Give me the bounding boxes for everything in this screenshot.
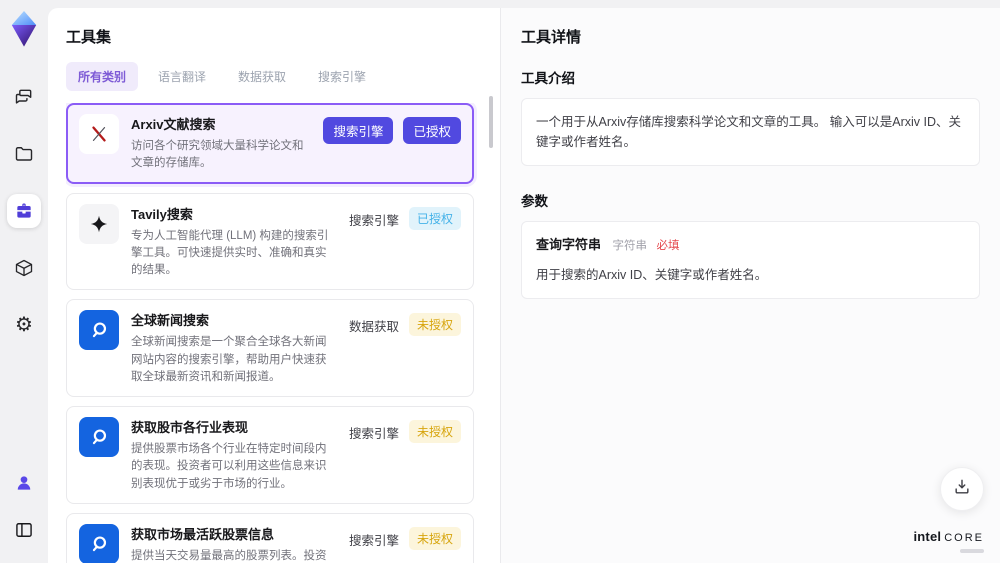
sparkle-icon xyxy=(79,203,119,244)
category-tab[interactable]: 所有类别 xyxy=(66,62,139,91)
list-scrollbar[interactable] xyxy=(489,96,493,560)
tool-card[interactable]: 全球新闻搜索 全球新闻搜索是一个聚合全球各大新闻网站内容的搜索引擎，帮助用户快速… xyxy=(66,299,474,397)
tool-card[interactable]: 获取股市各行业表现 提供股票市场各个行业在特定时间段内的表现。投资者可以利用这些… xyxy=(66,406,474,504)
tool-category-tag: 搜索引擎 xyxy=(348,533,399,548)
tool-description: 专为人工智能代理 (LLM) 构建的搜索引擎工具。可快速提供实时、准确和真实的结… xyxy=(131,229,329,277)
download-button[interactable] xyxy=(940,467,984,511)
sidebar-item-files[interactable] xyxy=(7,137,41,171)
gear-icon: ⚙ xyxy=(15,314,33,336)
sidebar-item-account[interactable] xyxy=(7,466,41,500)
intro-heading: 工具介绍 xyxy=(521,71,575,86)
page-title: 工具集 xyxy=(66,29,112,46)
sidebar-item-tools[interactable] xyxy=(7,194,41,228)
tool-description: 全球新闻搜索是一个聚合全球各大新闻网站内容的搜索引擎，帮助用户快速获取全球最新资… xyxy=(131,336,327,383)
tool-intro-box: 一个用于从Arxiv存储库搜索科学论文和文章的工具。 输入可以是Arxiv ID… xyxy=(521,98,980,166)
search-blue-icon xyxy=(79,310,119,351)
tool-category-tag: 数据获取 xyxy=(348,320,399,335)
brand-intel-text: intel xyxy=(913,529,942,544)
folder-icon xyxy=(14,144,34,164)
chat-icon xyxy=(14,87,34,107)
brand-core-text: core xyxy=(944,532,984,544)
main-content: 工具集 所有类别 语言翻译 数据获取 搜索引擎 Arxiv文献搜索 访问各个研究领域大… xyxy=(48,8,1000,563)
sidebar-bottom xyxy=(7,466,41,547)
parameter-description: 用于搜索的Arxiv ID、关键字或作者姓名。 xyxy=(536,267,768,282)
parameter-name: 查询字符串 xyxy=(536,237,602,252)
parameter-type: 字符串 xyxy=(612,240,648,252)
toolbox-icon xyxy=(14,201,34,221)
tool-name: 全球新闻搜索 xyxy=(131,313,210,329)
parameter-header: 查询字符串 字符串 必填 xyxy=(536,235,965,256)
category-tab[interactable]: 搜索引擎 xyxy=(306,62,378,91)
search-blue-icon xyxy=(79,523,119,563)
sidebar-item-settings[interactable]: ⚙ xyxy=(7,308,41,342)
tool-list: Arxiv文献搜索 访问各个研究领域大量科学论文和文章的存储库。 搜索引擎 已授… xyxy=(66,103,482,563)
params-heading: 参数 xyxy=(521,194,548,209)
tool-category-tag: 搜索引擎 xyxy=(323,117,394,144)
tool-category-tag: 搜索引擎 xyxy=(348,213,399,228)
details-title: 工具详情 xyxy=(521,29,582,46)
brand-ultra-mark xyxy=(960,549,984,553)
cube-icon xyxy=(14,258,34,278)
tool-card[interactable]: 获取市场最活跃股票信息 提供当天交易量最高的股票列表。投资者可以利用这些信息来识… xyxy=(66,512,474,563)
search-blue-icon xyxy=(79,417,119,457)
arxiv-icon xyxy=(79,114,119,154)
sidebar-nav: ⚙ xyxy=(7,80,41,342)
panel-toggle-icon xyxy=(14,520,34,540)
download-icon xyxy=(952,477,972,502)
intel-core-logo: intel core xyxy=(913,528,984,553)
tools-panel: 工具集 所有类别 语言翻译 数据获取 搜索引擎 Arxiv文献搜索 访问各个研究领域大… xyxy=(48,8,500,563)
app-logo-icon xyxy=(9,10,39,47)
tool-name: Arxiv文献搜索 xyxy=(131,117,216,132)
tool-name: 获取股市各行业表现 xyxy=(131,420,249,435)
parameter-item: 查询字符串 字符串 必填 用于搜索的Arxiv ID、关键字或作者姓名。 xyxy=(521,221,980,299)
tool-auth-badge: 已授权 xyxy=(408,206,461,230)
user-icon xyxy=(14,473,34,493)
tool-auth-badge: 未授权 xyxy=(408,420,461,443)
category-tabs: 所有类别 语言翻译 数据获取 搜索引擎 xyxy=(66,62,482,91)
tool-category-tag: 搜索引擎 xyxy=(348,427,399,441)
tool-name: Tavily搜索 xyxy=(131,206,193,222)
category-tab[interactable]: 数据获取 xyxy=(226,62,298,91)
sidebar-item-collapse[interactable] xyxy=(7,513,41,547)
tool-auth-badge: 未授权 xyxy=(408,313,461,337)
tool-name: 获取市场最活跃股票信息 xyxy=(131,526,275,542)
app-sidebar: ⚙ xyxy=(0,0,48,563)
sidebar-item-packages[interactable] xyxy=(7,251,41,285)
scrollbar-thumb[interactable] xyxy=(489,96,493,148)
category-tab[interactable]: 语言翻译 xyxy=(146,62,218,91)
tool-auth-badge: 未授权 xyxy=(408,526,461,550)
sidebar-item-chat[interactable] xyxy=(7,80,41,114)
tool-description: 提供股票市场各个行业在特定时间段内的表现。投资者可以利用这些信息来识别表现优于或… xyxy=(131,443,327,490)
tool-card[interactable]: Arxiv文献搜索 访问各个研究领域大量科学论文和文章的存储库。 搜索引擎 已授… xyxy=(66,103,474,184)
tool-description: 提供当天交易量最高的股票列表。投资者可以利用这些信息来识别流动性强的股票和潜在的… xyxy=(131,549,327,562)
tool-auth-badge: 已授权 xyxy=(403,117,461,144)
parameter-required-flag: 必填 xyxy=(656,240,680,252)
tool-details-panel: 工具详情 工具介绍 一个用于从Arxiv存储库搜索科学论文和文章的工具。 输入可… xyxy=(500,8,1000,563)
tool-description: 访问各个研究领域大量科学论文和文章的存储库。 xyxy=(131,140,304,170)
tool-card[interactable]: Tavily搜索 专为人工智能代理 (LLM) 构建的搜索引擎工具。可快速提供实… xyxy=(66,192,474,291)
